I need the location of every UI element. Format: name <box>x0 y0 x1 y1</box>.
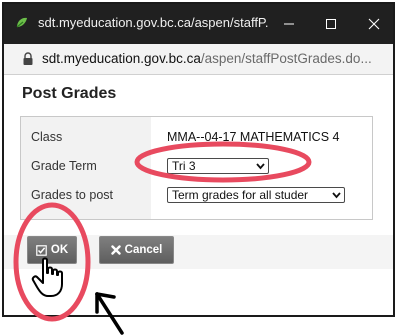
class-label: Class <box>31 130 63 144</box>
minimize-button[interactable] <box>269 8 309 40</box>
chevron-down-icon <box>332 192 341 199</box>
url-host: sdt.myeducation.gov.bc.ca <box>42 51 201 66</box>
dialog-title: Post Grades <box>22 85 117 102</box>
close-button[interactable] <box>354 8 393 40</box>
minimize-icon <box>284 23 294 25</box>
maximize-icon <box>326 19 336 29</box>
dialog-content: Post Grades Class MMA--04-17 MATHEMATICS… <box>4 75 393 315</box>
check-icon <box>36 244 47 256</box>
grades-to-post-select[interactable]: Term grades for all studer <box>167 187 345 203</box>
browser-window: sdt.myeducation.gov.bc.ca/aspen/staffP..… <box>2 2 395 317</box>
grades-to-post-label: Grades to post <box>31 188 113 202</box>
grade-term-value: Tri 3 <box>172 159 196 173</box>
maximize-button[interactable] <box>311 8 351 40</box>
url-path: /aspen/staffPostGrades.do... <box>200 51 372 66</box>
ok-label: OK <box>50 244 69 256</box>
grade-term-label: Grade Term <box>31 159 97 173</box>
grade-term-select[interactable]: Tri 3 <box>167 158 269 174</box>
title-bar: sdt.myeducation.gov.bc.ca/aspen/staffP..… <box>4 4 393 44</box>
close-icon <box>368 18 380 30</box>
cancel-button[interactable]: Cancel <box>99 236 174 264</box>
cancel-label: Cancel <box>124 244 163 256</box>
ok-button[interactable]: OK <box>27 236 77 264</box>
class-value: MMA--04-17 MATHEMATICS 4 <box>167 130 340 144</box>
address-bar[interactable]: sdt.myeducation.gov.bc.ca/aspen/staffPos… <box>4 44 393 75</box>
lock-icon <box>23 52 33 65</box>
url-text[interactable]: sdt.myeducation.gov.bc.ca/aspen/staffPos… <box>42 51 387 66</box>
favicon-icon <box>16 17 27 28</box>
chevron-down-icon <box>256 163 265 170</box>
x-icon <box>110 245 121 255</box>
grades-to-post-value: Term grades for all studer <box>172 188 309 202</box>
form-panel: Class MMA--04-17 MATHEMATICS 4 Grade Ter… <box>20 116 373 220</box>
window-title: sdt.myeducation.gov.bc.ca/aspen/staffP..… <box>38 15 268 30</box>
